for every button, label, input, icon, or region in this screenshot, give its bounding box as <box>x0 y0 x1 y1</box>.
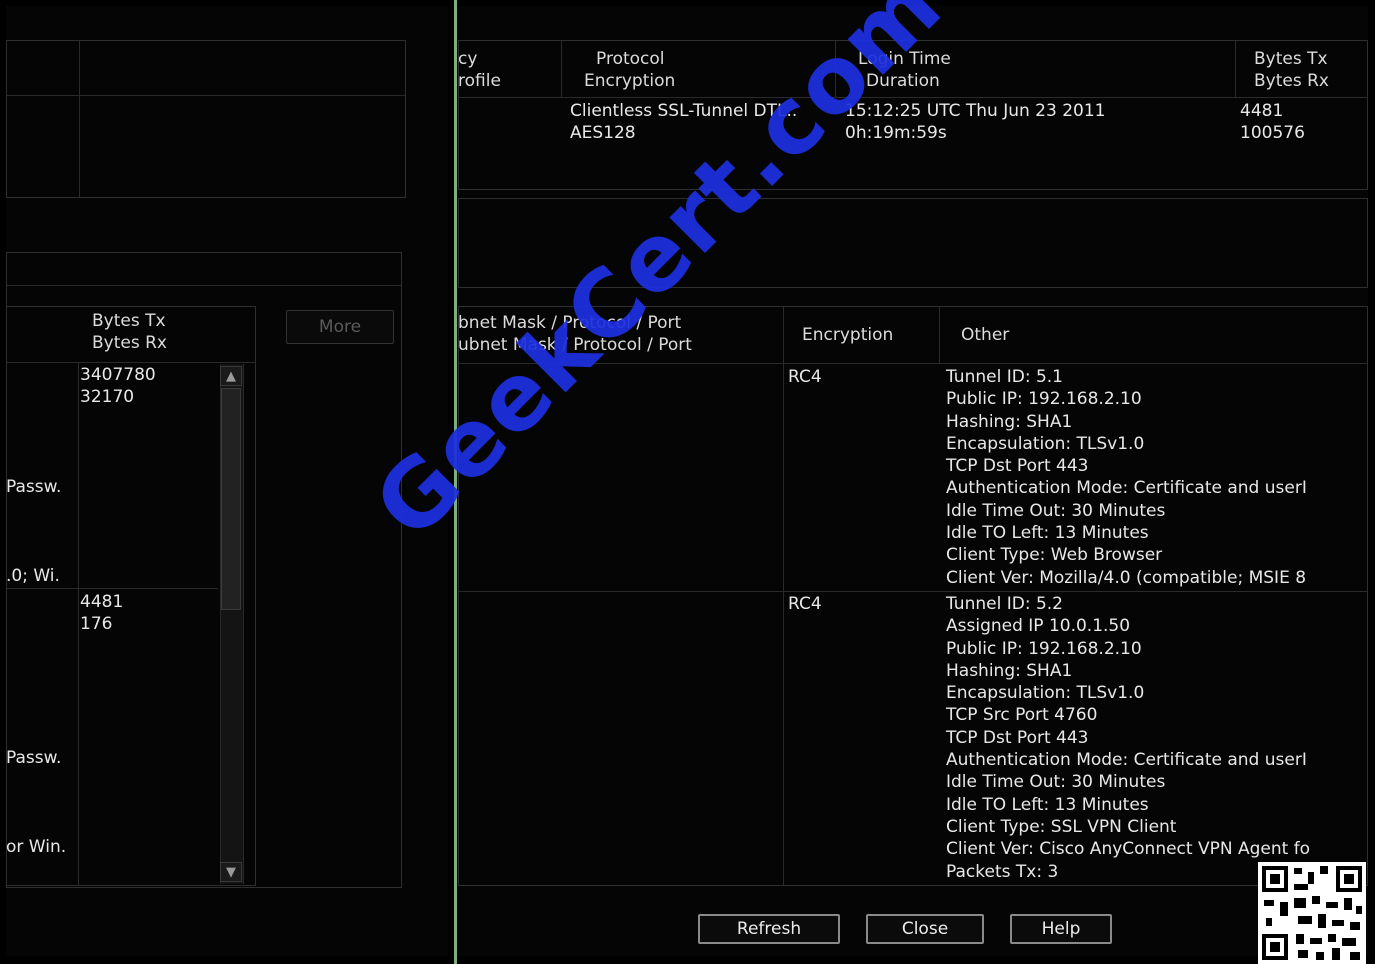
session-bytes-cell: 4481 100576 <box>1240 100 1305 145</box>
left-session-table <box>6 40 406 198</box>
right-panel: cy rofile Protocol Encryption Login Time… <box>458 6 1368 956</box>
details-row-2-encryption: RC4 <box>788 594 822 614</box>
details-row-1-other: Tunnel ID: 5.1 Public IP: 192.168.2.10 H… <box>946 366 1307 589</box>
other-line: Encapsulation: TLSv1.0 <box>946 433 1145 454</box>
tunnel-profile-label: rofile <box>458 71 501 91</box>
other-line: Hashing: SHA1 <box>946 411 1073 432</box>
other-header: Other <box>961 325 1010 345</box>
other-line: Tunnel ID: 5.2 <box>946 594 1063 614</box>
bytes-tx-value: 3407780 <box>80 365 156 385</box>
bytes-tx-header: Bytes Tx <box>92 311 166 331</box>
bytes-header: Bytes Tx Bytes Rx <box>1254 48 1329 92</box>
policy-header: cy rofile <box>458 48 501 92</box>
other-line: TCP Src Port 4760 <box>946 705 1098 726</box>
qr-code <box>1258 862 1366 964</box>
other-line: TCP Dst Port 443 <box>946 456 1089 477</box>
left-row-2-client: or Win. <box>6 837 67 857</box>
left-row-1-client: .0; Wi. <box>6 566 60 586</box>
close-button[interactable]: Close <box>866 914 984 944</box>
duration-value: 0h:19m:59s <box>845 123 947 144</box>
other-line: Authentication Mode: Certificate and use… <box>946 750 1307 771</box>
scroll-up-icon[interactable]: ▲ <box>220 366 242 386</box>
other-line: Public IP: 192.168.2.10 <box>946 638 1142 659</box>
left-row-2-auth: Passw. <box>6 748 62 768</box>
bytes-tx-header: Bytes Tx <box>1254 49 1328 69</box>
other-line: Packets Tx: 3 <box>946 861 1059 882</box>
bytes-rx-value: 100576 <box>1240 123 1305 144</box>
encryption-label: Encryption <box>584 71 676 91</box>
left-row-1-bytes: 3407780 32170 <box>80 364 156 409</box>
other-line: Tunnel ID: 5.1 <box>946 367 1063 387</box>
other-line: Idle TO Left: 13 Minutes <box>946 523 1149 544</box>
group-policy-label: cy <box>458 49 478 69</box>
other-line: Authentication Mode: Certificate and use… <box>946 478 1307 499</box>
bytes-tx-value: 4481 <box>1240 101 1284 121</box>
bytes-rx-header: Bytes Rx <box>1254 71 1329 91</box>
scroll-down-icon[interactable]: ▼ <box>220 862 242 882</box>
left-row-2-bytes: 4481 176 <box>80 591 123 636</box>
details-row-1-encryption: RC4 <box>788 367 822 387</box>
other-line: TCP Dst Port 443 <box>946 727 1089 748</box>
help-button[interactable]: Help <box>1010 914 1112 944</box>
bytes-tx-value: 4481 <box>80 592 124 612</box>
scroll-thumb[interactable] <box>221 388 241 610</box>
left-bytes-header: Bytes Tx Bytes Rx <box>92 310 167 354</box>
protocol-header: Protocol Encryption <box>584 48 675 92</box>
session-login-cell: 15:12:25 UTC Thu Jun 23 2011 0h:19m:59s <box>845 100 1105 145</box>
other-line: Idle Time Out: 30 Minutes <box>946 500 1166 521</box>
details-row-2-other: Tunnel ID: 5.2 Assigned IP 10.0.1.50 Pub… <box>946 593 1310 883</box>
other-line: Public IP: 192.168.2.10 <box>946 389 1142 410</box>
other-line: Idle Time Out: 30 Minutes <box>946 772 1166 793</box>
other-line: Client Type: Web Browser <box>946 545 1163 566</box>
other-line: Assigned IP 10.0.1.50 <box>946 616 1131 637</box>
other-line: Hashing: SHA1 <box>946 660 1073 681</box>
left-row-1-auth: Passw. <box>6 477 62 497</box>
other-line: Encapsulation: TLSv1.0 <box>946 683 1145 704</box>
bytes-rx-value: 176 <box>80 614 113 635</box>
encryption-header: Encryption <box>802 325 894 345</box>
other-line: Idle TO Left: 13 Minutes <box>946 794 1149 815</box>
refresh-button[interactable]: Refresh <box>698 914 840 944</box>
bytes-rx-header: Bytes Rx <box>92 333 167 353</box>
protocol-label: Protocol <box>596 49 665 69</box>
bytes-rx-value: 32170 <box>80 387 135 408</box>
other-line: Client Type: SSL VPN Client <box>946 816 1177 837</box>
other-line: Client Ver: Cisco AnyConnect VPN Agent f… <box>946 839 1311 860</box>
more-button[interactable]: More <box>286 310 394 344</box>
other-line: Client Ver: Mozilla/4.0 (compatible; MSI… <box>946 567 1307 588</box>
